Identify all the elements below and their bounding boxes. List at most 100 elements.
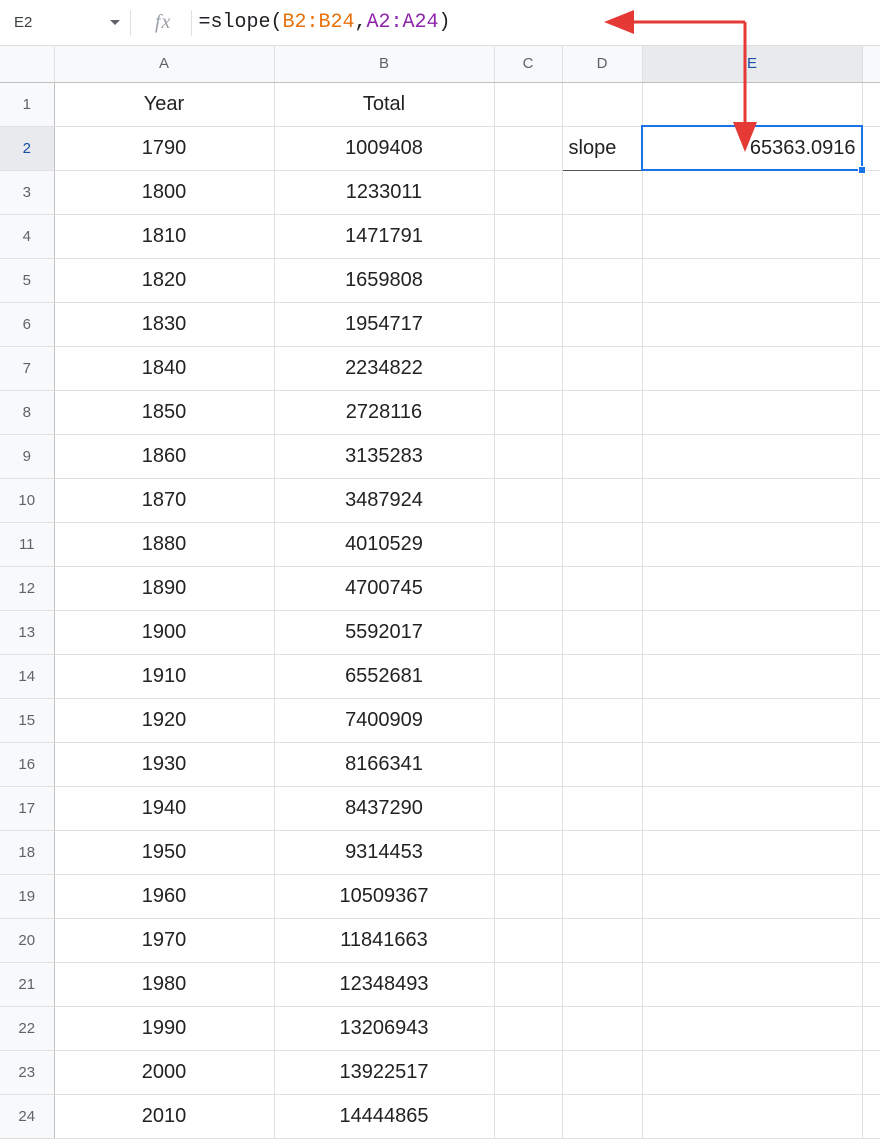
cell-D5[interactable]	[562, 258, 642, 302]
cell-C4[interactable]	[494, 214, 562, 258]
row-header[interactable]: 2	[0, 126, 54, 170]
cell-D20[interactable]	[562, 918, 642, 962]
cell-E6[interactable]	[642, 302, 862, 346]
row-header[interactable]: 15	[0, 698, 54, 742]
cell-D13[interactable]	[562, 610, 642, 654]
cell-B24[interactable]: 14444865	[274, 1094, 494, 1138]
cell-C8[interactable]	[494, 390, 562, 434]
cell-D16[interactable]	[562, 742, 642, 786]
cell-B9[interactable]: 3135283	[274, 434, 494, 478]
cell-F24[interactable]	[862, 1094, 880, 1138]
cell-D1[interactable]	[562, 82, 642, 126]
cell-A11[interactable]: 1880	[54, 522, 274, 566]
name-box[interactable]: E2	[0, 0, 130, 45]
cell-F1[interactable]	[862, 82, 880, 126]
row-header[interactable]: 22	[0, 1006, 54, 1050]
cell-F17[interactable]	[862, 786, 880, 830]
cell-E12[interactable]	[642, 566, 862, 610]
cell-A2[interactable]: 1790	[54, 126, 274, 170]
cell-F20[interactable]	[862, 918, 880, 962]
row-header[interactable]: 8	[0, 390, 54, 434]
cell-B3[interactable]: 1233011	[274, 170, 494, 214]
cell-F7[interactable]	[862, 346, 880, 390]
cell-A9[interactable]: 1860	[54, 434, 274, 478]
cell-B13[interactable]: 5592017	[274, 610, 494, 654]
cell-E14[interactable]	[642, 654, 862, 698]
row-header[interactable]: 14	[0, 654, 54, 698]
cell-C2[interactable]	[494, 126, 562, 170]
cell-C9[interactable]	[494, 434, 562, 478]
cell-C23[interactable]	[494, 1050, 562, 1094]
cell-D10[interactable]	[562, 478, 642, 522]
cell-A16[interactable]: 1930	[54, 742, 274, 786]
cell-D24[interactable]	[562, 1094, 642, 1138]
cell-E7[interactable]	[642, 346, 862, 390]
cell-C7[interactable]	[494, 346, 562, 390]
cell-E15[interactable]	[642, 698, 862, 742]
cell-C24[interactable]	[494, 1094, 562, 1138]
cell-B2[interactable]: 1009408	[274, 126, 494, 170]
cell-E18[interactable]	[642, 830, 862, 874]
row-header[interactable]: 19	[0, 874, 54, 918]
cell-C22[interactable]	[494, 1006, 562, 1050]
row-header[interactable]: 18	[0, 830, 54, 874]
cell-B21[interactable]: 12348493	[274, 962, 494, 1006]
cell-B10[interactable]: 3487924	[274, 478, 494, 522]
row-header[interactable]: 12	[0, 566, 54, 610]
cell-A24[interactable]: 2010	[54, 1094, 274, 1138]
cell-C6[interactable]	[494, 302, 562, 346]
row-header[interactable]: 4	[0, 214, 54, 258]
row-header[interactable]: 7	[0, 346, 54, 390]
cell-E3[interactable]	[642, 170, 862, 214]
cell-E23[interactable]	[642, 1050, 862, 1094]
cell-F10[interactable]	[862, 478, 880, 522]
cell-F18[interactable]	[862, 830, 880, 874]
cell-E17[interactable]	[642, 786, 862, 830]
row-header[interactable]: 3	[0, 170, 54, 214]
cell-A4[interactable]: 1810	[54, 214, 274, 258]
cell-E2[interactable]: 65363.0916	[642, 126, 862, 170]
cell-D11[interactable]	[562, 522, 642, 566]
cell-B19[interactable]: 10509367	[274, 874, 494, 918]
cell-D2[interactable]: slope	[562, 126, 642, 170]
cell-B4[interactable]: 1471791	[274, 214, 494, 258]
cell-E11[interactable]	[642, 522, 862, 566]
cell-B16[interactable]: 8166341	[274, 742, 494, 786]
row-header[interactable]: 23	[0, 1050, 54, 1094]
cell-F5[interactable]	[862, 258, 880, 302]
cell-C11[interactable]	[494, 522, 562, 566]
cell-D12[interactable]	[562, 566, 642, 610]
cell-F16[interactable]	[862, 742, 880, 786]
cell-F22[interactable]	[862, 1006, 880, 1050]
cell-F15[interactable]	[862, 698, 880, 742]
cell-F9[interactable]	[862, 434, 880, 478]
cell-B14[interactable]: 6552681	[274, 654, 494, 698]
row-header[interactable]: 17	[0, 786, 54, 830]
cell-E8[interactable]	[642, 390, 862, 434]
cell-F4[interactable]	[862, 214, 880, 258]
cell-A19[interactable]: 1960	[54, 874, 274, 918]
col-header-B[interactable]: B	[274, 46, 494, 82]
cell-A18[interactable]: 1950	[54, 830, 274, 874]
cell-B11[interactable]: 4010529	[274, 522, 494, 566]
cell-C18[interactable]	[494, 830, 562, 874]
cell-B20[interactable]: 11841663	[274, 918, 494, 962]
cell-D9[interactable]	[562, 434, 642, 478]
cell-A17[interactable]: 1940	[54, 786, 274, 830]
cell-C1[interactable]	[494, 82, 562, 126]
cell-A3[interactable]: 1800	[54, 170, 274, 214]
cell-B12[interactable]: 4700745	[274, 566, 494, 610]
cell-D22[interactable]	[562, 1006, 642, 1050]
cell-E9[interactable]	[642, 434, 862, 478]
cell-A5[interactable]: 1820	[54, 258, 274, 302]
row-header[interactable]: 10	[0, 478, 54, 522]
cell-D4[interactable]	[562, 214, 642, 258]
row-header[interactable]: 24	[0, 1094, 54, 1138]
cell-E21[interactable]	[642, 962, 862, 1006]
cell-D8[interactable]	[562, 390, 642, 434]
cell-B23[interactable]: 13922517	[274, 1050, 494, 1094]
formula-input[interactable]: =slope(B2:B24,A2:A24)	[192, 0, 880, 45]
cell-B18[interactable]: 9314453	[274, 830, 494, 874]
cell-E22[interactable]	[642, 1006, 862, 1050]
row-header[interactable]: 6	[0, 302, 54, 346]
